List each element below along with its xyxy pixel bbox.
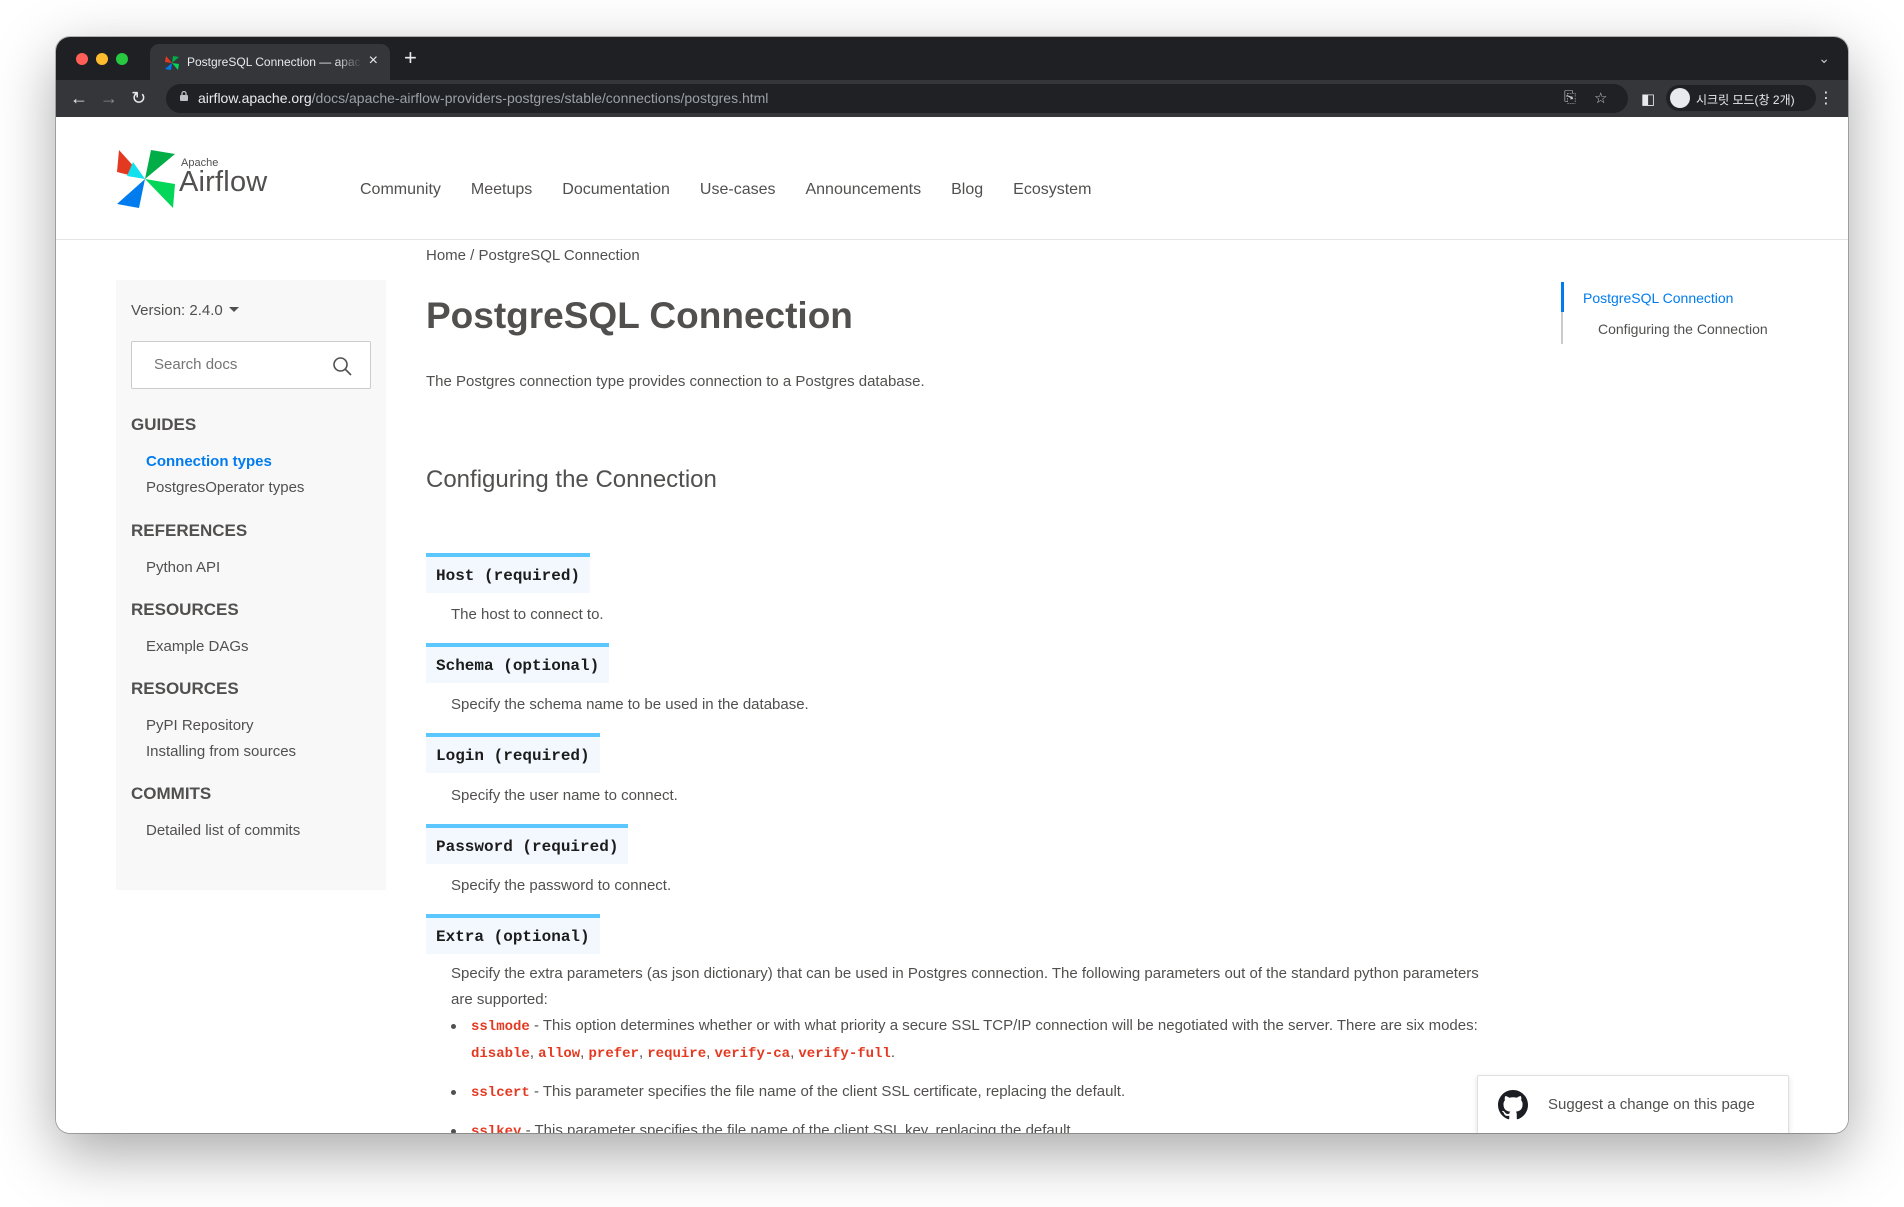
incognito-profile-button[interactable]: 시크릿 모드(창 2개) <box>1666 85 1816 111</box>
field-term-host: Host (required) <box>426 553 591 593</box>
tab-title: PostgreSQL Connection — apache-airflow-p… <box>187 55 362 69</box>
nav-announcements[interactable]: Announcements <box>805 181 921 199</box>
field-desc-host: The host to connect to. <box>451 606 604 623</box>
code-mode-disable: disable <box>471 1046 530 1062</box>
new-tab-button[interactable]: + <box>404 45 417 71</box>
sslcert-text: - This parameter specifies the file name… <box>529 1083 1126 1100</box>
nav-community[interactable]: Community <box>360 181 441 199</box>
tab-search-chevron-icon[interactable]: ⌄ <box>1818 50 1830 67</box>
translate-icon[interactable]: ⎘ <box>1564 89 1576 106</box>
tab-close-icon[interactable]: × <box>369 52 378 70</box>
toc-item-configuring-the-connection[interactable]: Configuring the Connection <box>1598 321 1768 337</box>
close-window-button[interactable] <box>76 53 88 65</box>
sidebar-item-python-api[interactable]: Python API <box>146 559 220 576</box>
nav-blog[interactable]: Blog <box>951 181 983 199</box>
code-mode-allow: allow <box>538 1046 581 1062</box>
url-host: airflow.apache.org <box>198 90 312 106</box>
url-path: /docs/apache-airflow-providers-postgres/… <box>311 90 769 106</box>
url-text: airflow.apache.org/docs/apache-airflow-p… <box>198 90 768 106</box>
sidebar-item-installing-from-sources[interactable]: Installing from sources <box>146 743 296 760</box>
browser-window: PostgreSQL Connection — apache-airflow-p… <box>56 37 1848 1133</box>
field-term-password: Password (required) <box>426 824 629 864</box>
field-desc-password: Specify the password to connect. <box>451 877 672 894</box>
breadcrumb[interactable]: Home / PostgreSQL Connection <box>426 247 640 264</box>
browser-menu-icon[interactable]: ⋮ <box>1818 88 1834 108</box>
sslkey-text: - This parameter specifies the file name… <box>521 1122 1075 1133</box>
url-omnibox[interactable]: airflow.apache.org/docs/apache-airflow-p… <box>166 84 1628 113</box>
page-title: PostgreSQL Connection <box>426 295 853 336</box>
section-title: Configuring the Connection <box>426 466 717 493</box>
list-item-sslkey: sslkey - This parameter specifies the fi… <box>451 1118 1531 1133</box>
code-sslmode: sslmode <box>471 1019 530 1035</box>
intro-paragraph: The Postgres connection type provides co… <box>426 373 925 390</box>
field-term-extra: Extra (optional) <box>426 914 600 954</box>
web-page: Apache Airflow Community Meetups Documen… <box>56 117 1848 1133</box>
github-icon <box>1498 1090 1528 1120</box>
table-of-contents: PostgreSQL Connection Configuring the Co… <box>1561 282 1803 344</box>
code-mode-verify-full: verify-full <box>798 1046 891 1062</box>
docs-sidebar: Version: 2.4.0 GUIDES Connection types P… <box>116 280 386 890</box>
version-selector[interactable]: Version: 2.4.0 <box>131 302 239 319</box>
field-desc-login: Specify the user name to connect. <box>451 787 678 804</box>
bookmark-star-icon[interactable]: ☆ <box>1594 89 1607 107</box>
search-icon[interactable] <box>332 356 352 376</box>
sidebar-item-pypi-repository[interactable]: PyPI Repository <box>146 717 254 734</box>
sidebar-section-resources-2: RESOURCES <box>131 679 239 698</box>
address-bar: ← → ↻ airflow.apache.org/docs/apache-air… <box>56 80 1848 117</box>
search-box[interactable] <box>131 341 371 389</box>
field-term-login: Login (required) <box>426 733 600 773</box>
suggest-change-button[interactable]: Suggest a change on this page <box>1477 1075 1789 1133</box>
list-item-sslcert: sslcert - This parameter specifies the f… <box>451 1079 1531 1106</box>
top-navigation: Community Meetups Documentation Use-case… <box>360 181 1121 199</box>
toc-active-indicator <box>1561 282 1564 312</box>
code-sslkey: sslkey <box>471 1124 522 1133</box>
sidebar-section-commits: COMMITS <box>131 784 212 803</box>
site-header: Apache Airflow Community Meetups Documen… <box>56 117 1848 240</box>
nav-documentation[interactable]: Documentation <box>562 181 670 199</box>
code-mode-prefer: prefer <box>588 1046 639 1062</box>
code-sslcert: sslcert <box>471 1085 530 1101</box>
code-mode-verify-ca: verify-ca <box>714 1046 791 1062</box>
lock-icon <box>180 91 188 101</box>
incognito-label: 시크릿 모드(창 2개) <box>1696 93 1795 107</box>
extra-parameters-list: sslmode - This option determines whether… <box>451 1013 1531 1133</box>
airflow-favicon-icon <box>165 56 179 70</box>
minimize-window-button[interactable] <box>96 53 108 65</box>
sslmode-text: - This option determines whether or with… <box>529 1017 1478 1034</box>
sidebar-item-example-dags[interactable]: Example DAGs <box>146 638 249 655</box>
sidebar-section-references: REFERENCES <box>131 521 248 540</box>
sidebar-section-guides: GUIDES <box>131 415 197 434</box>
sidebar-section-resources: RESOURCES <box>131 600 239 619</box>
list-item-sslmode: sslmode - This option determines whether… <box>451 1013 1531 1067</box>
version-label: Version: 2.4.0 <box>131 302 223 319</box>
code-mode-require: require <box>647 1046 707 1062</box>
field-term-schema: Schema (optional) <box>426 643 610 683</box>
tab-bar: PostgreSQL Connection — apache-airflow-p… <box>56 37 1848 80</box>
nav-use-cases[interactable]: Use-cases <box>700 181 776 199</box>
nav-ecosystem[interactable]: Ecosystem <box>1013 181 1091 199</box>
caret-down-icon <box>228 307 239 312</box>
sidebar-item-connection-types[interactable]: Connection types <box>146 453 272 470</box>
logo-airflow-text: Airflow <box>179 166 268 198</box>
browser-tab-active[interactable]: PostgreSQL Connection — apache-airflow-p… <box>150 44 390 80</box>
field-desc-extra: Specify the extra parameters (as json di… <box>451 965 1479 1008</box>
search-input[interactable] <box>154 356 324 373</box>
forward-icon[interactable]: → <box>100 88 118 108</box>
sidebar-item-detailed-list-of-commits[interactable]: Detailed list of commits <box>146 822 300 839</box>
field-desc-schema: Specify the schema name to be used in th… <box>451 696 809 713</box>
back-icon[interactable]: ← <box>70 88 88 108</box>
reload-icon[interactable]: ↻ <box>131 88 146 108</box>
side-panel-icon[interactable]: ◧ <box>1641 90 1655 108</box>
sidebar-item-postgresoperator-types[interactable]: PostgresOperator types <box>146 479 304 496</box>
suggest-change-label: Suggest a change on this page <box>1548 1096 1755 1113</box>
toc-item-postgresql-connection[interactable]: PostgreSQL Connection <box>1583 290 1733 306</box>
maximize-window-button[interactable] <box>116 53 128 65</box>
nav-meetups[interactable]: Meetups <box>471 181 532 199</box>
incognito-icon <box>1670 88 1690 108</box>
